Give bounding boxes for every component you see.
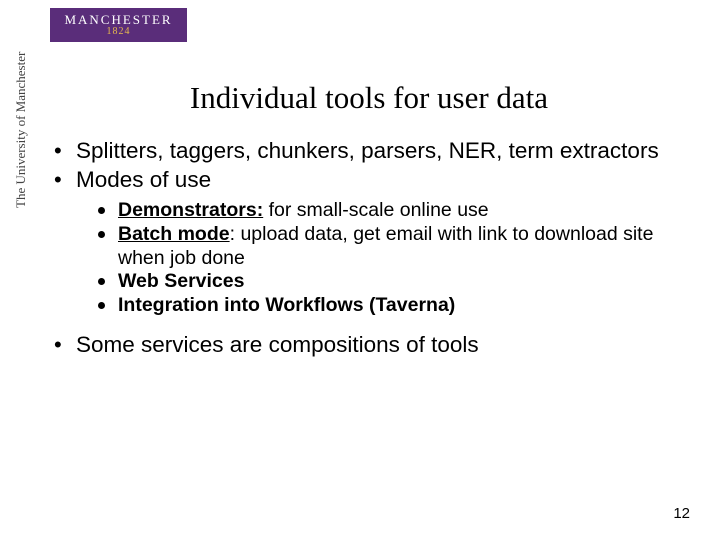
bullet-item: Splitters, taggers, chunkers, parsers, N… <box>54 138 690 165</box>
sub-bullet-item: Web Services <box>96 270 690 294</box>
slide-title: Individual tools for user data <box>48 80 690 116</box>
sub-bullet-text: for small-scale online use <box>263 199 488 221</box>
bullet-item: Some services are compositions of tools <box>54 332 690 359</box>
university-logo: MANCHESTER 1824 <box>50 8 187 42</box>
sub-bullet-bold: Batch mode <box>118 223 230 245</box>
sub-bullet-item: Batch mode: upload data, get email with … <box>96 223 690 271</box>
bullet-list: Some services are compositions of tools <box>48 332 690 359</box>
sub-bullet-bold: Integration into Workflows (Taverna) <box>118 294 455 316</box>
sub-bullet-bold: Demonstrators: <box>118 199 263 221</box>
bullet-text: Modes of use <box>76 167 211 192</box>
bullet-text: Some services are compositions of tools <box>76 332 479 357</box>
sub-bullet-item: Demonstrators: for small-scale online us… <box>96 199 690 223</box>
sub-bullet-bold: Web Services <box>118 270 244 292</box>
sub-bullet-item: Integration into Workflows (Taverna) <box>96 294 690 318</box>
logo-wordmark: MANCHESTER <box>64 13 172 26</box>
bullet-text: Splitters, taggers, chunkers, parsers, N… <box>76 138 659 163</box>
bullet-item: Modes of use <box>54 167 690 194</box>
bullet-list: Splitters, taggers, chunkers, parsers, N… <box>48 138 690 193</box>
sub-bullet-list: Demonstrators: for small-scale online us… <box>48 199 690 318</box>
slide-body: Individual tools for user data Splitters… <box>48 80 690 361</box>
logo-badge: MANCHESTER 1824 <box>50 8 187 42</box>
logo-year: 1824 <box>107 27 131 37</box>
logo-vertical-text: The University of Manchester <box>14 48 32 208</box>
page-number: 12 <box>673 505 690 522</box>
